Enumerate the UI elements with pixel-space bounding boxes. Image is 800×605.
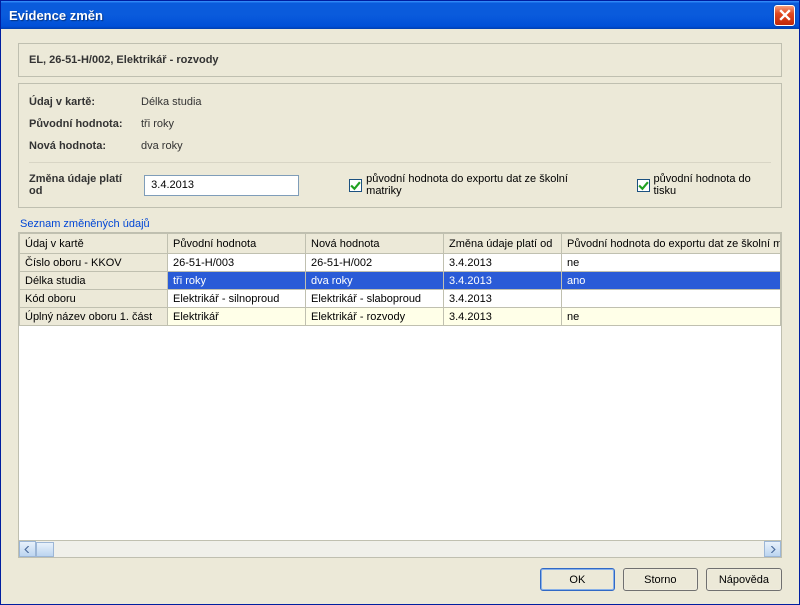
cell: tři roky bbox=[168, 272, 306, 290]
old-value: tři roky bbox=[141, 118, 174, 130]
ok-button[interactable]: OK bbox=[540, 568, 615, 591]
date-label: Změna údaje platí od bbox=[29, 173, 134, 197]
client-area: EL, 26-51-H/002, Elektrikář - rozvody Úd… bbox=[4, 29, 796, 601]
grid-header-row: Údaj v kartě Původní hodnota Nová hodnot… bbox=[20, 234, 781, 254]
scroll-right-button[interactable] bbox=[764, 541, 781, 557]
cancel-button[interactable]: Storno bbox=[623, 568, 698, 591]
titlebar[interactable]: Evidence změn bbox=[1, 1, 799, 29]
cell: Elektrikář - silnoproud bbox=[168, 290, 306, 308]
scroll-thumb[interactable] bbox=[36, 542, 54, 557]
cell: ano bbox=[562, 272, 781, 290]
button-bar: OK Storno Nápověda bbox=[18, 568, 782, 591]
info-row-field: Údaj v kartě: Délka studia bbox=[29, 96, 771, 108]
col-header[interactable]: Nová hodnota bbox=[306, 234, 444, 254]
table-row[interactable]: Délka studia tři roky dva roky 3.4.2013 … bbox=[20, 272, 781, 290]
info-row-new: Nová hodnota: dva roky bbox=[29, 140, 771, 152]
cell: Elektrikář bbox=[168, 308, 306, 326]
date-row: Změna údaje platí od původní hodnota do … bbox=[29, 162, 771, 197]
col-header[interactable]: Údaj v kartě bbox=[20, 234, 168, 254]
cell: Elektrikář - rozvody bbox=[306, 308, 444, 326]
table-row[interactable]: Úplný název oboru 1. část Elektrikář Ele… bbox=[20, 308, 781, 326]
info-panel: Údaj v kartě: Délka studia Původní hodno… bbox=[18, 83, 782, 208]
new-value: dva roky bbox=[141, 140, 183, 152]
grid[interactable]: Údaj v kartě Původní hodnota Nová hodnot… bbox=[19, 233, 781, 540]
field-value: Délka studia bbox=[141, 96, 202, 108]
scroll-track[interactable] bbox=[36, 541, 764, 557]
cell: 3.4.2013 bbox=[444, 290, 562, 308]
horizontal-scrollbar[interactable] bbox=[19, 540, 781, 557]
cell: 3.4.2013 bbox=[444, 308, 562, 326]
cell: ne bbox=[562, 254, 781, 272]
checkbox-export-label: původní hodnota do exportu dat ze školní… bbox=[366, 173, 596, 197]
info-row-old: Původní hodnota: tři roky bbox=[29, 118, 771, 130]
close-button[interactable] bbox=[774, 5, 795, 26]
scroll-left-button[interactable] bbox=[19, 541, 36, 557]
cell: Číslo oboru - KKOV bbox=[20, 254, 168, 272]
table-row[interactable]: Kód oboru Elektrikář - silnoproud Elektr… bbox=[20, 290, 781, 308]
col-header[interactable]: Změna údaje platí od bbox=[444, 234, 562, 254]
cell: 26-51-H/003 bbox=[168, 254, 306, 272]
checkbox-print[interactable]: původní hodnota do tisku bbox=[637, 173, 772, 197]
chevron-right-icon bbox=[769, 546, 776, 553]
close-icon bbox=[779, 9, 791, 21]
cell: Kód oboru bbox=[20, 290, 168, 308]
record-title: EL, 26-51-H/002, Elektrikář - rozvody bbox=[29, 54, 219, 66]
cell: 26-51-H/002 bbox=[306, 254, 444, 272]
chevron-left-icon bbox=[24, 546, 31, 553]
checkbox-print-label: původní hodnota do tisku bbox=[654, 173, 772, 197]
check-icon bbox=[350, 180, 361, 191]
checkbox-print-box[interactable] bbox=[637, 179, 650, 192]
grid-panel: Údaj v kartě Původní hodnota Nová hodnot… bbox=[18, 232, 782, 558]
help-button[interactable]: Nápověda bbox=[706, 568, 782, 591]
window-title: Evidence změn bbox=[9, 8, 103, 23]
checkbox-export-box[interactable] bbox=[349, 179, 362, 192]
date-input[interactable] bbox=[144, 175, 299, 196]
list-section-label: Seznam změněných údajů bbox=[20, 218, 782, 230]
cell: Úplný název oboru 1. část bbox=[20, 308, 168, 326]
header-panel: EL, 26-51-H/002, Elektrikář - rozvody bbox=[18, 43, 782, 77]
cell: Délka studia bbox=[20, 272, 168, 290]
table-row[interactable]: Číslo oboru - KKOV 26-51-H/003 26-51-H/0… bbox=[20, 254, 781, 272]
grid-table: Údaj v kartě Původní hodnota Nová hodnot… bbox=[19, 233, 781, 326]
col-header[interactable]: Původní hodnota do exportu dat ze školní… bbox=[562, 234, 781, 254]
check-icon bbox=[638, 180, 649, 191]
cell: 3.4.2013 bbox=[444, 254, 562, 272]
old-label: Původní hodnota: bbox=[29, 118, 141, 130]
cell: ne bbox=[562, 308, 781, 326]
checkbox-export[interactable]: původní hodnota do exportu dat ze školní… bbox=[349, 173, 596, 197]
col-header[interactable]: Původní hodnota bbox=[168, 234, 306, 254]
cell: 3.4.2013 bbox=[444, 272, 562, 290]
dialog-window: Evidence změn EL, 26-51-H/002, Elektriká… bbox=[0, 0, 800, 605]
field-label: Údaj v kartě: bbox=[29, 96, 141, 108]
cell: Elektrikář - slaboproud bbox=[306, 290, 444, 308]
cell: dva roky bbox=[306, 272, 444, 290]
new-label: Nová hodnota: bbox=[29, 140, 141, 152]
cell bbox=[562, 290, 781, 308]
